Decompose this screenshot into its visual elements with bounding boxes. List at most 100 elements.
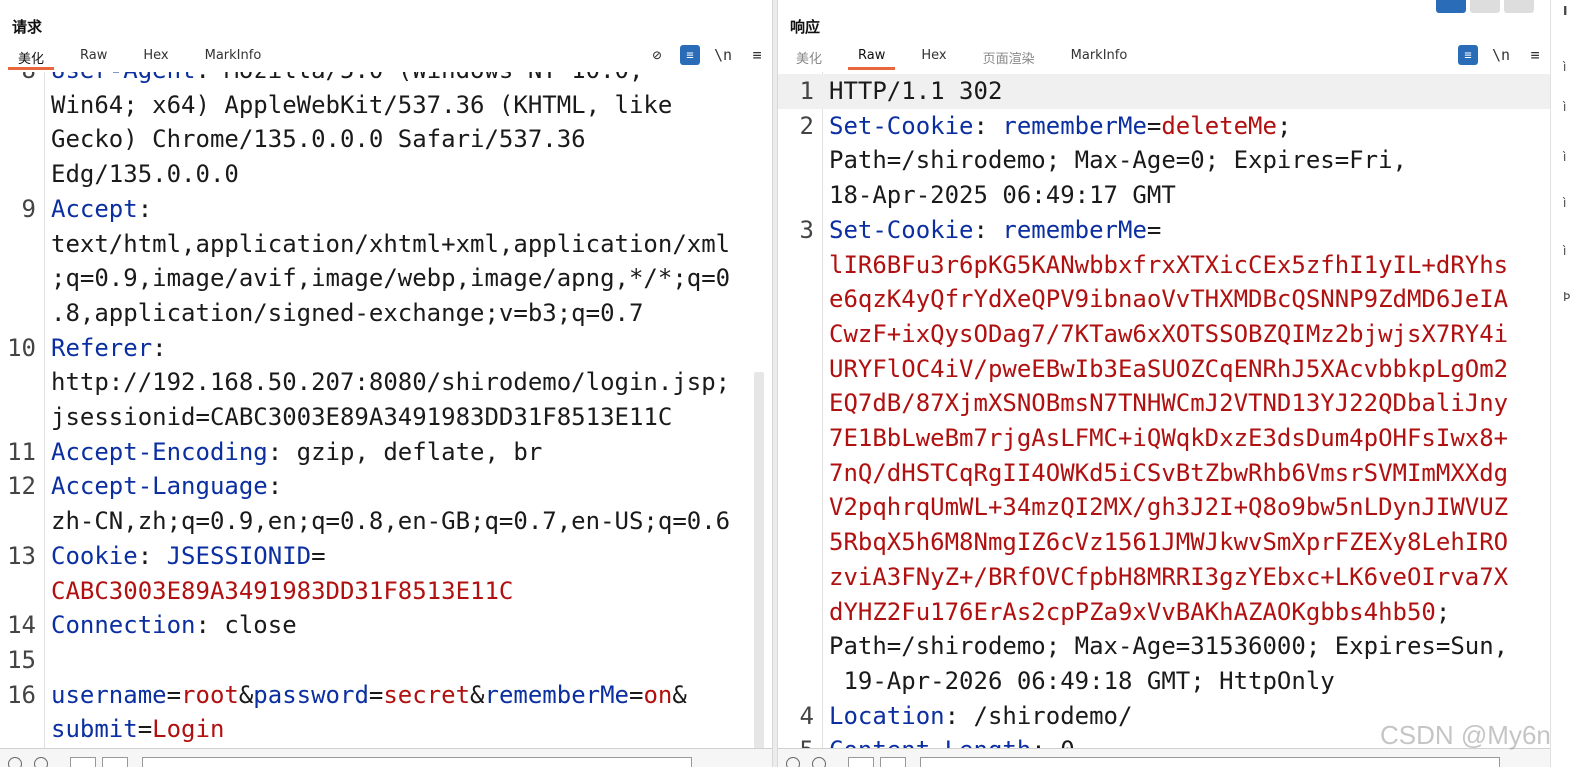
plain-text: text/html,application/xhtml+xml,applicat… (51, 229, 731, 258)
plain-text: Path=/shirodemo; Max-Age=31536000; Expir… (829, 632, 1509, 661)
help-icon[interactable] (786, 757, 800, 767)
header-value: secret (383, 680, 471, 709)
plain-text: : (137, 194, 153, 223)
gear-icon[interactable] (812, 757, 826, 767)
search-input[interactable] (142, 757, 692, 767)
back-button[interactable] (70, 757, 96, 767)
line-text: Accept-Encoding: gzip, deflate, br (51, 435, 751, 470)
response-tabs: 美化 Raw Hex 页面渲染 MarkInfo (786, 46, 1153, 70)
code-line: 16 username=root&password=secret&remember… (0, 678, 772, 713)
eye-off-icon[interactable]: ⊘ (646, 44, 668, 66)
response-editor[interactable]: 1 HTTP/1.1 302 2 Set-Cookie: rememberMe=del… (778, 72, 1550, 748)
header-value: EQ7dB/87XjmXSNOBmsN7TNHWCmJ2VTND13YJ22QD… (829, 389, 1509, 418)
layout-tabs-button[interactable] (1504, 0, 1534, 13)
header-name: Accept (51, 194, 138, 223)
tab-markinfo[interactable]: MarkInfo (195, 46, 272, 68)
plain-text: ; (1435, 597, 1451, 626)
tab-hex[interactable]: Hex (133, 46, 178, 68)
header-value: CwzF+ixQysODag7/7KTaw6xXOTSSOBZQIMz2bjwj… (829, 319, 1509, 348)
tab-hex[interactable]: Hex (911, 46, 956, 68)
line-number: 5 (778, 733, 814, 748)
code-line: ;q=0.9,image/avif,image/webp,image/apng,… (0, 261, 772, 296)
code-line: 7nQ/dHSTCqRgII4OWKd5iCSvBtZbwRhb6VmsrSVM… (778, 456, 1550, 491)
inspector-tab-marker[interactable]: ì (1563, 196, 1566, 210)
plain-text: = (311, 541, 326, 570)
code-line: Edg/135.0.0.0 (0, 157, 772, 192)
plain-text: = (629, 680, 644, 709)
inspector-tab-marker[interactable]: ì (1563, 244, 1566, 258)
watermark: CSDN @My6n (1380, 720, 1551, 750)
code-line: dYHZ2Fu176ErAs2cpPZa9xVvBAKhAZAOKgbbs4hb… (778, 595, 1550, 630)
plain-text: = (166, 680, 182, 709)
line-text: EQ7dB/87XjmXSNOBmsN7TNHWCmJ2VTND13YJ22QD… (829, 386, 1529, 421)
newline-icon[interactable]: \n (1490, 44, 1512, 66)
header-name: password (253, 680, 369, 709)
inspector-tab-marker[interactable]: Þ (1563, 290, 1570, 304)
line-text: V2pqhrqUmWL+34mzQI2MX/gh3J2I+Q8o9bw5nLDy… (829, 490, 1529, 525)
forward-button[interactable] (880, 757, 906, 767)
tab-raw[interactable]: Raw (848, 46, 896, 70)
plain-text: = (1146, 215, 1162, 244)
header-name: Location (829, 701, 945, 730)
request-editor[interactable]: 8 User-Agent: Mozilla/5.0 (Windows NT 10.… (0, 72, 772, 748)
help-icon[interactable] (8, 757, 22, 767)
inspector-tab-marker[interactable]: ì (1563, 100, 1566, 114)
code-line: http://192.168.50.207:8080/shirodemo/log… (0, 365, 772, 400)
layout-top-bottom-button[interactable] (1470, 0, 1500, 13)
wrap-icon[interactable]: ≡ (680, 45, 700, 65)
code-line: URYFlOC4iV/pweEBwIb3EaSUOZCqENRhJ5XAcvbb… (778, 352, 1550, 387)
header-value: on (643, 680, 673, 709)
header-value: CABC3003E89A3491983DD31F8513E11C (51, 576, 514, 605)
gear-icon[interactable] (34, 757, 48, 767)
layout-side-by-side-button[interactable] (1436, 0, 1466, 13)
plain-text: Gecko) Chrome/135.0.0.0 Safari/537.36 (51, 125, 586, 154)
plain-text: : (973, 215, 1003, 244)
plain-text: Edg/135.0.0.0 (51, 160, 239, 189)
plain-text: Path=/shirodemo; Max-Age=0; Expires=Fri, (829, 146, 1407, 175)
code-line: lIR6BFu3r6pKG5KANwbbxfrxXTXicCEx5zfhI1yI… (778, 248, 1550, 283)
inspector-tab-marker[interactable]: ì (1563, 60, 1566, 74)
line-number: 15 (7, 645, 36, 674)
header-name: Referer (51, 333, 153, 362)
line-text: jsessionid=CABC3003E89A3491983DD31F8513E… (51, 400, 751, 435)
line-text: e6qzK4yQfrYdXeQPV9ibnaoVvTHXMDBcQSNNP9Zd… (829, 282, 1529, 317)
request-tabs: 美化 Raw Hex MarkInfo (8, 46, 287, 70)
line-number: 8 (0, 72, 36, 88)
line-text: dYHZ2Fu176ErAs2cpPZa9xVvBAKhAZAOKgbbs4hb… (829, 595, 1529, 630)
line-number: 2 (799, 111, 814, 140)
code-line: 1 HTTP/1.1 302 (778, 74, 1550, 109)
menu-icon[interactable]: ≡ (746, 44, 768, 66)
line-text: 5RbqX5h6M8NmgIZ6cVz1561JMWJkwvSmXprFZEXy… (829, 525, 1529, 560)
search-input[interactable] (920, 757, 1500, 767)
header-name: Set-Cookie (829, 111, 974, 140)
line-number: 11 (7, 437, 36, 466)
tab-beautify[interactable]: 美化 (786, 46, 832, 68)
line-text: Accept: (51, 192, 751, 227)
back-button[interactable] (848, 757, 874, 767)
line-text: Set-Cookie: rememberMe= (829, 213, 1529, 248)
code-line: 14 Connection: close (0, 608, 772, 643)
plain-text: 18-Apr-2025 06:49:17 GMT (829, 181, 1176, 210)
inspector-tab-marker[interactable]: ì (1563, 150, 1566, 164)
code-line: 15 (0, 643, 772, 678)
tab-markinfo[interactable]: MarkInfo (1061, 46, 1138, 68)
code-line: 2 Set-Cookie: rememberMe=deleteMe; (778, 109, 1550, 144)
code-line: 3 Set-Cookie: rememberMe= (778, 213, 1550, 248)
response-pane: 响应 美化 Raw Hex 页面渲染 MarkInfo ≡ \n ≡ 1 HTTP… (778, 0, 1550, 767)
wrap-icon[interactable]: ≡ (1458, 45, 1478, 65)
code-line: .8,application/signed-exchange;v=b3;q=0.… (0, 296, 772, 331)
plain-text: : (973, 111, 1003, 140)
forward-button[interactable] (102, 757, 128, 767)
inspector-tab-marker[interactable]: I (1563, 4, 1567, 18)
line-text: 18-Apr-2025 06:49:17 GMT (829, 178, 1529, 213)
plain-text: HTTP/1.1 302 (829, 77, 1003, 105)
tab-beautify[interactable]: 美化 (8, 46, 55, 70)
header-value: URYFlOC4iV/pweEBwIb3EaSUOZCqENRhJ5XAcvbb… (829, 354, 1509, 383)
header-name: Accept-Language (51, 472, 268, 501)
tab-raw[interactable]: Raw (70, 46, 117, 68)
tab-render[interactable]: 页面渲染 (973, 46, 1045, 68)
response-toolbar: ≡ \n ≡ (1446, 44, 1546, 66)
code-line: 18-Apr-2025 06:49:17 GMT (778, 178, 1550, 213)
newline-icon[interactable]: \n (712, 44, 734, 66)
menu-icon[interactable]: ≡ (1524, 44, 1546, 66)
